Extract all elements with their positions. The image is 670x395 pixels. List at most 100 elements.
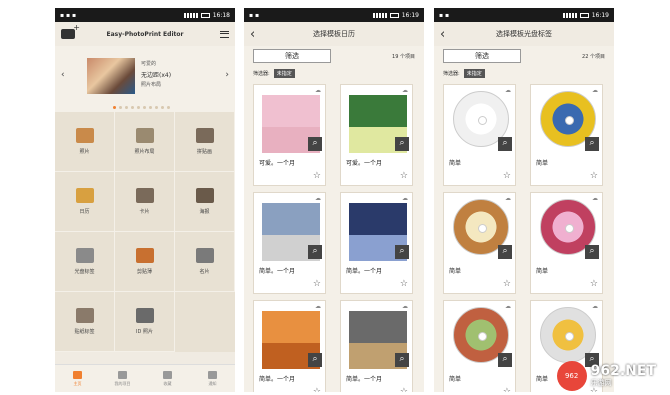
- template-name: 可爱。一个月: [259, 160, 296, 167]
- favorite-star-icon[interactable]: ☆: [503, 171, 511, 181]
- template-tile[interactable]: ☁ ⌕ 简单 ☆: [530, 192, 603, 294]
- category-icon: [75, 308, 94, 323]
- zoom-icon[interactable]: ⌕: [308, 245, 322, 259]
- filter-button[interactable]: 筛选: [253, 49, 331, 63]
- banner-photo: [87, 58, 135, 94]
- category-tile[interactable]: 海报: [175, 172, 235, 232]
- tab-notifications[interactable]: 通知: [190, 365, 235, 392]
- category-tile[interactable]: 照片布局: [115, 112, 175, 172]
- favorite-star-icon[interactable]: ☆: [503, 387, 511, 392]
- favorite-star-icon[interactable]: ☆: [590, 279, 598, 289]
- template-tile[interactable]: ☁ ⌕ 简单。一个月 ☆: [340, 192, 413, 294]
- printer-icon[interactable]: [61, 23, 80, 39]
- page-header: ‹ 选择模板日历: [244, 22, 424, 46]
- prev-arrow-icon[interactable]: ‹: [61, 70, 65, 80]
- category-label: 贴纸标签: [74, 329, 95, 335]
- disc-template-screen: ▪ ▪ 16:19 ‹ 选择模板光盘标签 筛选 22 个项目 筛选器: 未指定 ☁ ⌕…: [434, 8, 614, 392]
- category-icon: [135, 188, 154, 203]
- download-icon[interactable]: ☁: [402, 195, 408, 202]
- zoom-icon[interactable]: ⌕: [395, 137, 409, 151]
- grid-icon: [118, 370, 127, 379]
- calendar-template-screen: ▪ ▪ 16:19 ‹ 选择模板日历 筛选 19 个项目 筛选器: 未指定 ☁ ⌕ 可爱…: [244, 8, 424, 392]
- category-label: ID 照片: [136, 329, 153, 335]
- favorite-star-icon[interactable]: ☆: [400, 279, 408, 289]
- home-screen: ▪ ▪ ▪ 16:18 Easy-PhotoPrint Editor ‹ 可爱的 …: [55, 8, 235, 392]
- category-label: 名片: [199, 269, 210, 275]
- filter-row: 筛选 22 个项目: [434, 46, 614, 66]
- page-title: 选择模板光盘标签: [496, 30, 552, 38]
- template-tile[interactable]: ☁ ⌕ 简单 ☆: [443, 192, 516, 294]
- favorite-star-icon[interactable]: ☆: [590, 171, 598, 181]
- tab-home[interactable]: 主页: [55, 365, 100, 392]
- tab-favorites[interactable]: 收藏: [145, 365, 190, 392]
- zoom-icon[interactable]: ⌕: [585, 137, 599, 151]
- category-label: 照片布局: [134, 149, 155, 155]
- category-tile[interactable]: 剪贴薄: [115, 232, 175, 292]
- favorite-star-icon[interactable]: ☆: [313, 387, 321, 392]
- zoom-icon[interactable]: ⌕: [308, 353, 322, 367]
- category-tile[interactable]: 照片: [55, 112, 115, 172]
- template-tile[interactable]: ☁ ⌕ 简单。一个月 ☆: [340, 300, 413, 392]
- category-tile[interactable]: 卡片: [115, 172, 175, 232]
- download-icon[interactable]: ☁: [592, 303, 598, 310]
- template-tile[interactable]: ☁ ⌕ 简单 ☆: [443, 84, 516, 186]
- bottom-tab-bar: 主页 我的项目 收藏 通知: [55, 364, 235, 392]
- favorite-star-icon[interactable]: ☆: [503, 279, 511, 289]
- filter-row: 筛选 19 个项目: [244, 46, 424, 66]
- zoom-icon[interactable]: ⌕: [585, 245, 599, 259]
- template-tile[interactable]: ☁ ⌕ 简单。一个月 ☆: [253, 192, 326, 294]
- download-icon[interactable]: ☁: [592, 195, 598, 202]
- download-icon[interactable]: ☁: [592, 87, 598, 94]
- template-name: 简单: [449, 376, 462, 383]
- zoom-icon[interactable]: ⌕: [395, 353, 409, 367]
- template-tile[interactable]: ☁ ⌕ 可爱。一个月 ☆: [253, 84, 326, 186]
- favorite-star-icon[interactable]: ☆: [400, 387, 408, 392]
- template-name: 简单。一个月: [346, 268, 383, 275]
- template-name: 简单。一个月: [346, 376, 383, 383]
- zoom-icon[interactable]: ⌕: [498, 245, 512, 259]
- template-grid: ☁ ⌕ 简单 ☆ ☁ ⌕ 简单 ☆ ☁ ⌕ 简单 ☆ ☁ ⌕ 简单 ☆ ☁ ⌕ 简单 ☆ ☁ ⌕ 简单 ☆: [434, 80, 614, 392]
- download-icon[interactable]: ☁: [315, 303, 321, 310]
- category-icon: [75, 248, 94, 263]
- template-name: 简单: [449, 268, 462, 275]
- next-arrow-icon[interactable]: ›: [225, 70, 229, 80]
- template-tile[interactable]: ☁ ⌕ 简单 ☆: [443, 300, 516, 392]
- banner-carousel[interactable]: ‹ 可爱的 无边距(x4) 照片布局 ›: [55, 46, 235, 112]
- filter-tag: 未指定: [463, 68, 485, 78]
- category-tile[interactable]: ID 照片: [115, 292, 175, 352]
- back-arrow-icon[interactable]: ‹: [250, 27, 255, 42]
- template-tile[interactable]: ☁ ⌕ 简单 ☆: [530, 84, 603, 186]
- download-icon[interactable]: ☁: [315, 87, 321, 94]
- category-tile[interactable]: 日历: [55, 172, 115, 232]
- download-icon[interactable]: ☁: [402, 87, 408, 94]
- template-tile[interactable]: ☁ ⌕ 可爱。一个月 ☆: [340, 84, 413, 186]
- category-icon: [195, 188, 214, 203]
- template-tile[interactable]: ☁ ⌕ 简单。一个月 ☆: [253, 300, 326, 392]
- download-icon[interactable]: ☁: [315, 195, 321, 202]
- category-tile[interactable]: 名片: [175, 232, 235, 292]
- home-icon: [73, 370, 82, 379]
- template-name: 可爱。一个月: [346, 160, 383, 167]
- zoom-icon[interactable]: ⌕: [395, 245, 409, 259]
- category-tile[interactable]: 光盘标签: [55, 232, 115, 292]
- favorite-star-icon[interactable]: ☆: [400, 171, 408, 181]
- category-tile[interactable]: 贴纸标签: [55, 292, 115, 352]
- status-bar: ▪ ▪ 16:19: [244, 8, 424, 22]
- back-arrow-icon[interactable]: ‹: [440, 27, 445, 42]
- category-icon: [75, 188, 94, 203]
- favorite-star-icon[interactable]: ☆: [313, 279, 321, 289]
- category-tile[interactable]: 拼贴画: [175, 112, 235, 172]
- filter-button[interactable]: 筛选: [443, 49, 521, 63]
- zoom-icon[interactable]: ⌕: [498, 353, 512, 367]
- download-icon[interactable]: ☁: [505, 195, 511, 202]
- zoom-icon[interactable]: ⌕: [308, 137, 322, 151]
- download-icon[interactable]: ☁: [505, 303, 511, 310]
- favorite-star-icon[interactable]: ☆: [313, 171, 321, 181]
- category-icon: [135, 308, 154, 323]
- menu-icon[interactable]: [220, 30, 229, 38]
- download-icon[interactable]: ☁: [505, 87, 511, 94]
- tab-my-projects[interactable]: 我的项目: [100, 365, 145, 392]
- download-icon[interactable]: ☁: [402, 303, 408, 310]
- zoom-icon[interactable]: ⌕: [498, 137, 512, 151]
- watermark: 962 962.NET 乐游网: [556, 361, 656, 391]
